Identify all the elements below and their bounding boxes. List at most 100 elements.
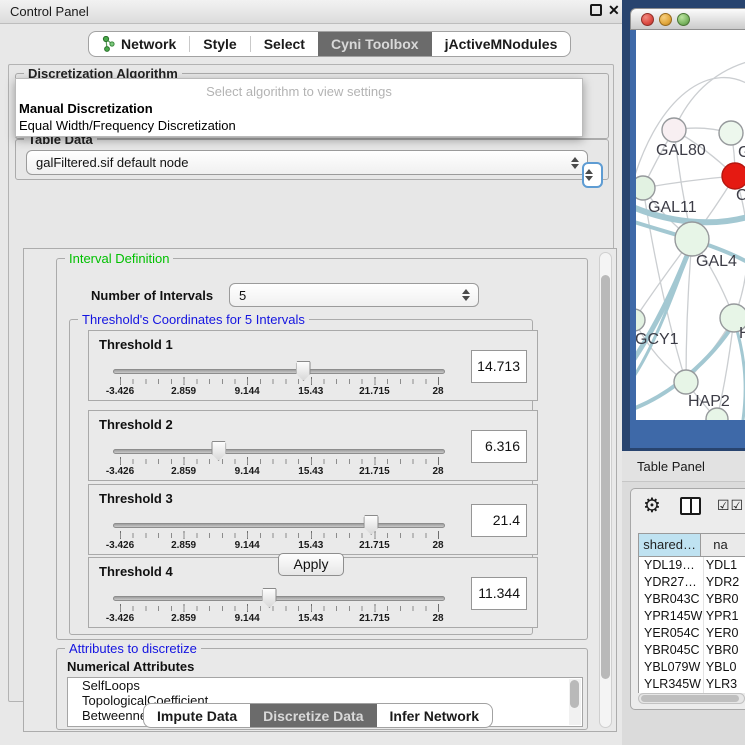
cell[interactable]: YPR1 [704,608,745,625]
tab-label: jActiveMNodules [445,36,558,52]
tab-network[interactable]: Network [89,32,189,56]
app-root: Control Panel ✕ Network Style Select Cyn… [0,0,745,745]
node-gal11[interactable] [636,176,655,200]
horizontal-scrollbar[interactable] [638,693,745,704]
node-top-right[interactable] [719,121,743,145]
cyni-toolbox-content: Discretization Algorithm Table Data galF… [8,64,614,702]
node-red-selected[interactable] [722,163,745,189]
table-row[interactable]: YBL079WYBL0 [639,659,745,676]
table-row[interactable]: YLR345WYLR3 [639,676,745,693]
table-panel-title: Table Panel [637,459,705,474]
table-data-combobox[interactable]: galFiltered.sif default node [26,150,588,175]
scrollbar-thumb[interactable] [641,695,739,702]
slider-minor-ticks [120,533,438,538]
tick-label: 28 [432,540,443,551]
number-of-intervals-spinner[interactable]: 5 [229,283,479,307]
node-gal80[interactable] [662,118,686,142]
table-row[interactable]: YBR045CYBR0 [639,642,745,659]
tab-label: Impute Data [157,708,237,724]
cell[interactable]: YLR3 [704,676,745,693]
scrollbar-thumb[interactable] [570,680,579,708]
table-row[interactable]: YPR145WYPR1 [639,608,745,625]
node-label-gal4: GAL4 [696,253,737,270]
network-canvas[interactable]: GAL80 G C GAL11 GAL4 GCY1 H HAP2 [636,30,745,420]
node-label-h: H [739,325,745,342]
tab-discretize-data[interactable]: Discretize Data [250,704,376,727]
node-gcy1[interactable] [636,309,645,331]
cell[interactable]: YBR045C [639,642,704,659]
tick-label: 9.144 [235,540,260,551]
list-scrollbar[interactable] [569,679,581,725]
algorithm-combo-button[interactable] [582,162,603,188]
table-row[interactable]: YBR043CYBR0 [639,591,745,608]
node-gal4[interactable] [675,222,709,256]
cell[interactable]: YBR0 [704,591,745,608]
cell[interactable]: YPR145W [639,608,704,625]
float-window-icon[interactable] [590,4,602,16]
thresholds-group: Threshold's Coordinates for 5 Intervals … [69,319,533,635]
tick-label: 21.715 [359,386,390,397]
top-tabbar: Network Style Select Cyni Toolbox jActiv… [88,31,571,57]
tab-style[interactable]: Style [190,32,249,56]
node-label-g: G [738,144,745,161]
cell[interactable]: YDL19… [639,557,704,574]
cell[interactable]: YBL0 [704,659,745,676]
split-columns-icon[interactable] [680,497,701,515]
node-hap2[interactable] [674,370,698,394]
cell[interactable]: YBL079W [639,659,704,676]
tab-infer-network[interactable]: Infer Network [377,704,492,727]
threshold-value-field[interactable]: 11.344 [471,577,527,610]
thresholds-group-title: Threshold's Coordinates for 5 Intervals [78,312,309,327]
table-row[interactable]: YDR27…YDR2 [639,574,745,591]
bottom-tabbar: Impute Data Discretize Data Infer Networ… [143,703,493,728]
algorithm-dropdown-popup: Select algorithm to view settings Manual… [15,78,583,137]
threshold-value-field[interactable]: 6.316 [471,430,527,463]
popup-option-manual-discretization[interactable]: Manual Discretization [19,101,153,116]
tick-label: 2.859 [171,466,196,477]
settings-scroll-panel: Interval Definition Number of Intervals … [23,248,617,732]
tab-label: Infer Network [390,708,479,724]
table-panel: ⚙ ☑☑ shared… na YDL19…YDL1 YDR27…YDR2 YB… [630,488,745,710]
cell[interactable]: YER0 [704,625,745,642]
popup-option-equal-width[interactable]: Equal Width/Frequency Discretization [19,118,236,133]
apply-button[interactable]: Apply [278,553,344,576]
cell[interactable]: YLR345W [639,676,704,693]
close-traffic-light[interactable] [641,13,654,26]
cell[interactable]: YDL1 [704,557,745,574]
cell[interactable]: YBR0 [704,642,745,659]
list-item[interactable]: SelfLoops [68,678,582,693]
vertical-scrollbar[interactable] [599,252,612,728]
slider-minor-ticks [120,606,438,611]
cell[interactable]: YBR043C [639,591,704,608]
tick-label: -3.426 [106,613,134,624]
cell[interactable]: YDR2 [704,574,745,591]
attributes-group-title: Attributes to discretize [65,641,201,656]
table-row[interactable]: YDL19…YDL1 [639,557,745,574]
minimize-traffic-light[interactable] [659,13,672,26]
tick-label: 15.43 [298,613,323,624]
node-label-c: C [736,187,745,204]
scrollbar-thumb[interactable] [601,275,610,679]
zoom-traffic-light[interactable] [677,13,690,26]
tick-label: 28 [432,466,443,477]
cell[interactable]: YDR27… [639,574,704,591]
table-row[interactable]: YER054CYER0 [639,625,745,642]
tab-cyni-toolbox[interactable]: Cyni Toolbox [318,32,432,56]
threshold-value-field[interactable]: 14.713 [471,350,527,383]
tab-jactivemnodules[interactable]: jActiveMNodules [432,32,571,56]
threshold-slider[interactable]: -3.426 2.859 9.144 15.43 21.715 28 [120,331,438,402]
select-columns-icons[interactable]: ☑☑ [717,497,744,514]
threshold-value-field[interactable]: 21.4 [471,504,527,537]
threshold-slider[interactable]: -3.426 2.859 9.144 15.43 21.715 28 [120,411,438,482]
close-icon[interactable]: ✕ [608,2,620,19]
popup-placeholder: Select algorithm to view settings [16,84,582,99]
tab-impute-data[interactable]: Impute Data [144,704,250,727]
column-header-shared-name[interactable]: shared… [639,534,701,556]
threshold-slider[interactable]: -3.426 2.859 9.144 15.43 21.715 28 [120,485,438,556]
cell[interactable]: YER054C [639,625,704,642]
node-attribute-table: shared… na YDL19…YDL1 YDR27…YDR2 YBR043C… [638,533,745,693]
tick-label: 15.43 [298,466,323,477]
column-header-name[interactable]: na [701,534,745,556]
gear-icon[interactable]: ⚙ [643,493,661,518]
tab-select[interactable]: Select [251,32,318,56]
